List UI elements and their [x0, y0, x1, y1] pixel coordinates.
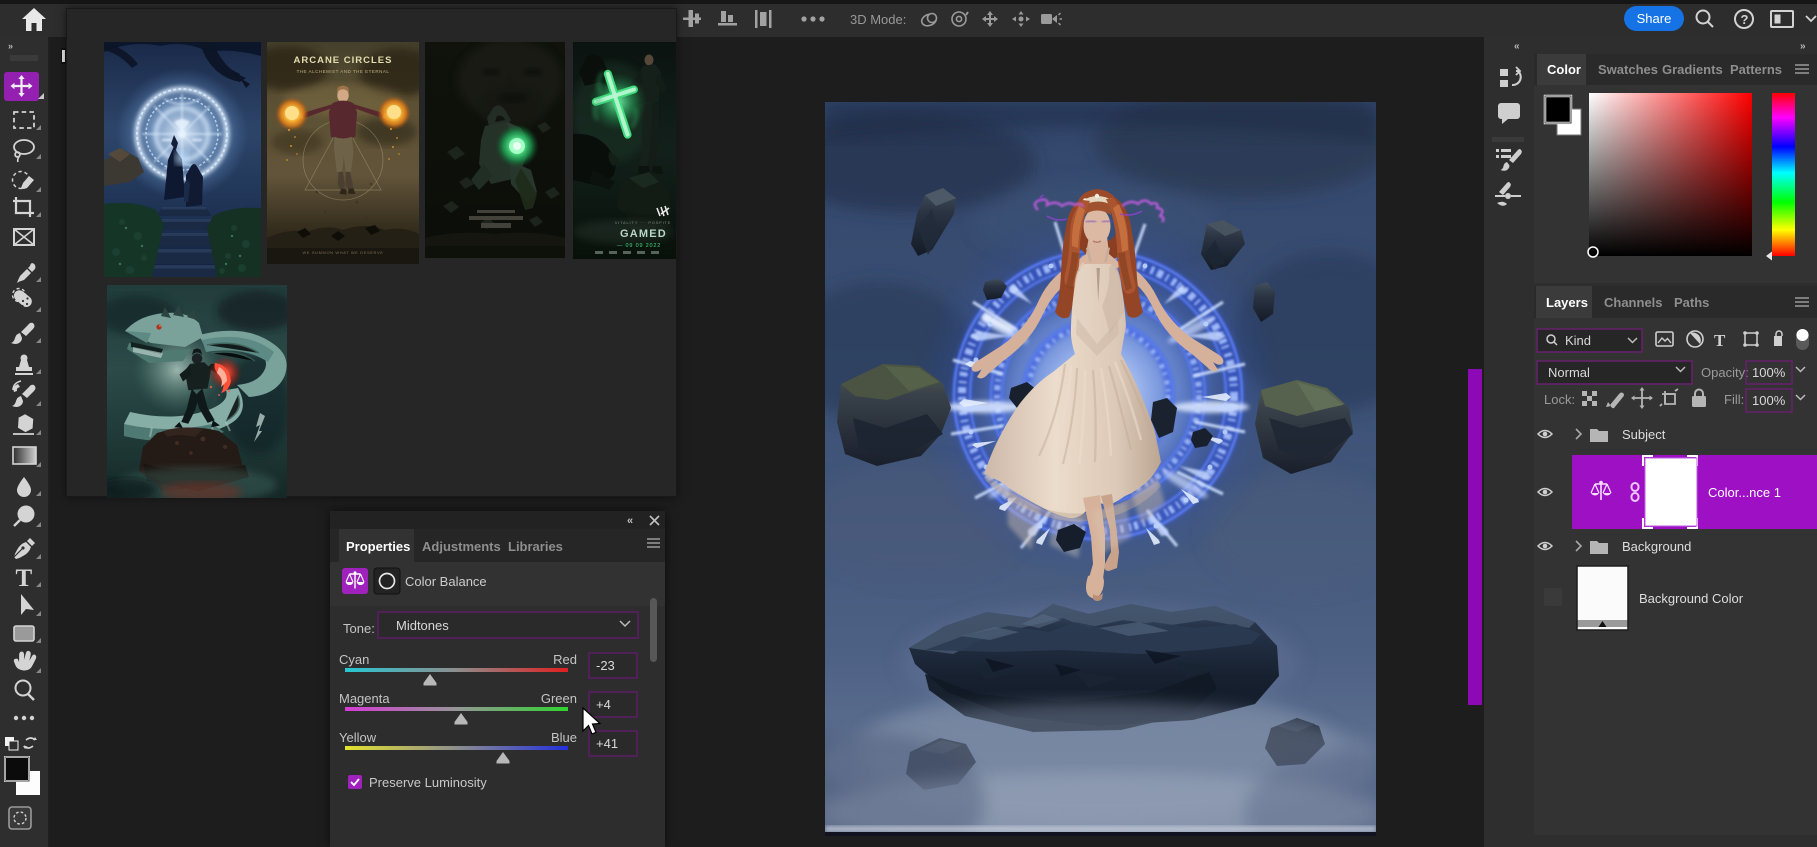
svg-text:Background Color: Background Color	[1639, 591, 1744, 606]
svg-text:Color: Color	[1547, 62, 1581, 77]
svg-text:«: «	[1514, 41, 1520, 52]
svg-text:3D Mode:: 3D Mode:	[850, 12, 906, 27]
svg-text:Paths: Paths	[1674, 295, 1709, 310]
svg-text:Red: Red	[553, 652, 577, 667]
svg-text:Swatches: Swatches	[1598, 62, 1658, 77]
svg-text:Green: Green	[541, 691, 577, 706]
svg-text:— 09 09 2022: — 09 09 2022	[617, 243, 661, 249]
svg-text:100%: 100%	[1752, 393, 1786, 408]
svg-text:Lock:: Lock:	[1544, 392, 1575, 407]
svg-text:Channels: Channels	[1604, 295, 1663, 310]
svg-text:100%: 100%	[1752, 365, 1786, 380]
svg-text:Opacity:: Opacity:	[1701, 365, 1749, 380]
svg-text:»: »	[8, 41, 13, 51]
svg-text:Libraries: Libraries	[508, 539, 563, 554]
svg-text:Yellow: Yellow	[339, 730, 377, 745]
svg-text:?: ?	[1741, 12, 1749, 27]
svg-text:-23: -23	[596, 658, 615, 673]
svg-text:GAMED: GAMED	[620, 228, 667, 240]
svg-text:Color...nce 1: Color...nce 1	[1708, 485, 1781, 500]
svg-text:Background: Background	[1622, 539, 1691, 554]
svg-text:T: T	[16, 565, 33, 592]
svg-text:+41: +41	[596, 736, 618, 751]
svg-text:Cyan: Cyan	[339, 652, 369, 667]
svg-text:Gradients: Gradients	[1662, 62, 1723, 77]
svg-text:Fill:: Fill:	[1724, 392, 1744, 407]
svg-text:Kind: Kind	[1565, 333, 1591, 348]
svg-text:Layers: Layers	[1546, 295, 1588, 310]
svg-text:Midtones: Midtones	[396, 618, 449, 633]
svg-text:Adjustments: Adjustments	[422, 539, 501, 554]
svg-text:Preserve Luminosity: Preserve Luminosity	[369, 775, 487, 790]
svg-text:Tone:: Tone:	[343, 621, 375, 636]
svg-text:WE SUMMON WHAT WE DESERVE: WE SUMMON WHAT WE DESERVE	[302, 250, 383, 255]
svg-text:ARCANE CIRCLES: ARCANE CIRCLES	[294, 55, 393, 66]
svg-text:Magenta: Magenta	[339, 691, 390, 706]
svg-text:VITALITY ··· POSPITE: VITALITY ··· POSPITE	[615, 220, 672, 225]
svg-text:Color Balance: Color Balance	[405, 574, 487, 589]
svg-text:Properties: Properties	[346, 539, 410, 554]
svg-text:Blue: Blue	[551, 730, 577, 745]
svg-text:Normal: Normal	[1548, 365, 1590, 380]
svg-text:THE ALCHEMIST AND THE ETERNAL: THE ALCHEMIST AND THE ETERNAL	[297, 69, 390, 74]
svg-text:Subject: Subject	[1622, 427, 1666, 442]
svg-text:Pattern​s: Pattern​s	[1730, 62, 1782, 77]
svg-text:»: »	[1800, 41, 1806, 52]
svg-text:T: T	[1714, 331, 1726, 350]
svg-text:«: «	[627, 515, 633, 527]
